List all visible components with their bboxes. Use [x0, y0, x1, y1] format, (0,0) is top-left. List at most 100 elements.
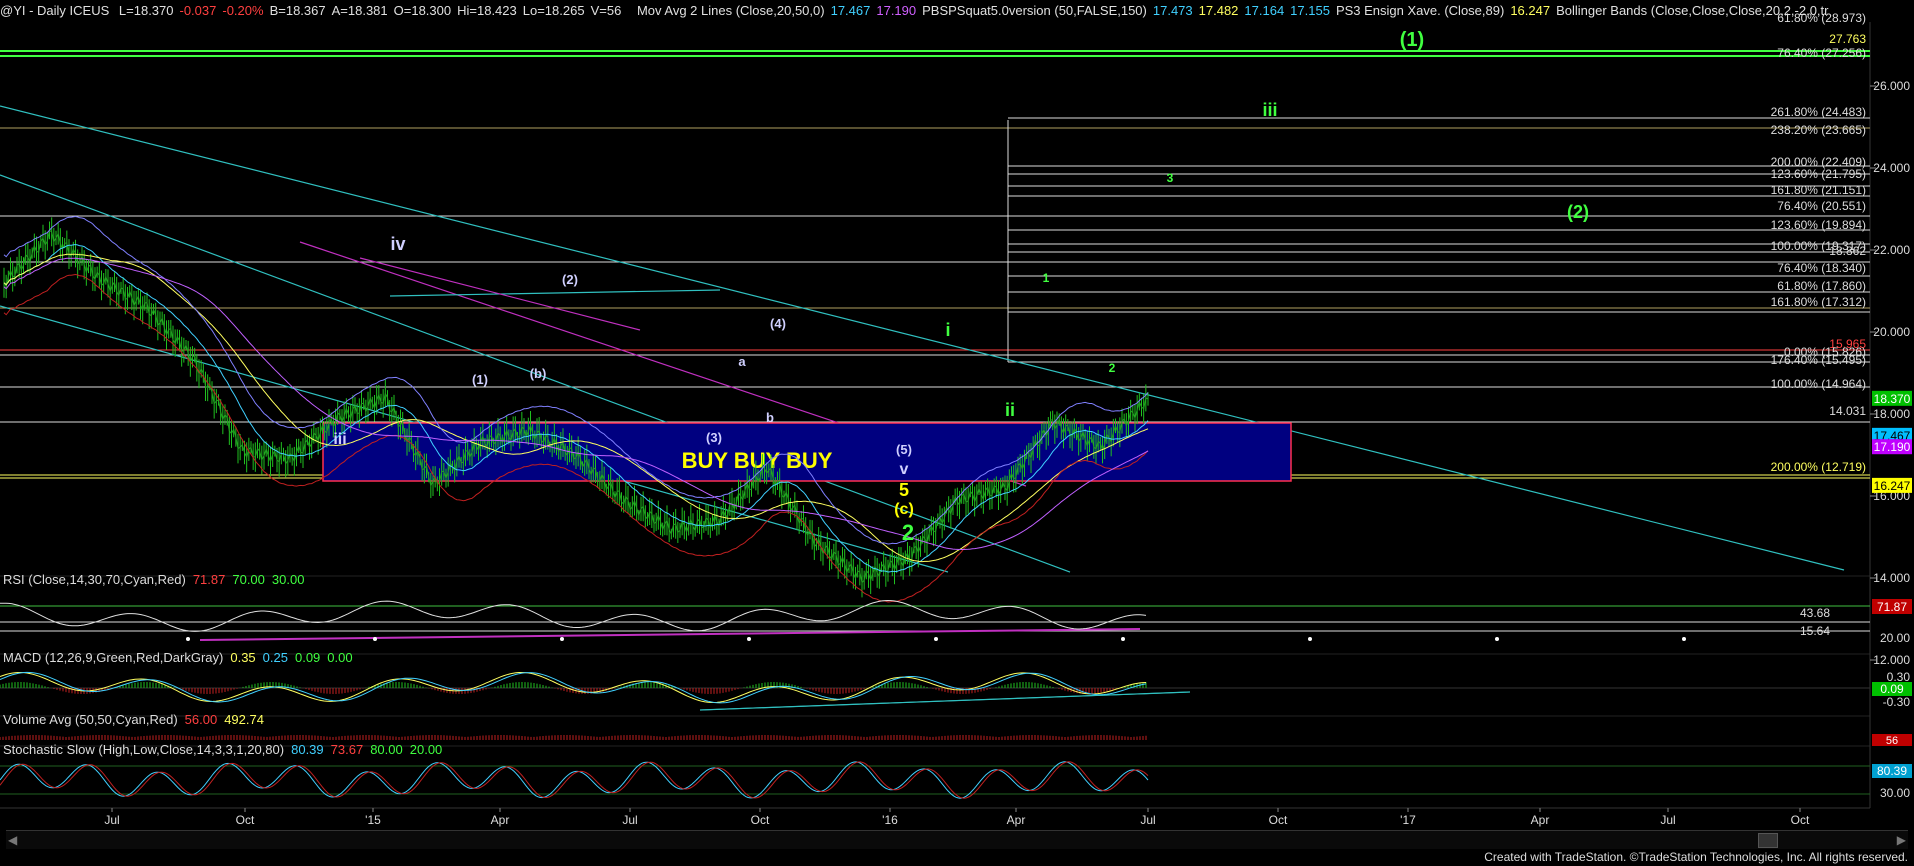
volume-value: 56.00 [184, 712, 218, 727]
macd-value: 0.09 [294, 650, 321, 665]
study-values: Mov Avg 2 Lines (Close,20,50,0) 17.467 17.… [637, 3, 1835, 18]
symbol-label: @YI - Daily ICEUS [0, 3, 110, 18]
time-tick-label: Oct [1269, 813, 1288, 827]
wave-label: (5) [896, 442, 912, 457]
wave-label: 3 [1167, 171, 1174, 185]
buy-zone-text: BUY BUY BUY [682, 448, 833, 473]
scroll-right-icon[interactable]: ▶ [1897, 833, 1906, 847]
wave-label: b [766, 410, 774, 425]
rsi-dot [934, 637, 938, 641]
wave-label: iv [390, 234, 405, 254]
study-value: PBSPSquat5.0version (50,FALSE,150) [922, 3, 1147, 18]
wave-label: (2) [562, 272, 578, 287]
quote-value: Hi=18.423 [457, 3, 517, 18]
volume-value: 492.74 [224, 712, 264, 727]
quote-value: -0.037 [179, 3, 217, 18]
macd-marker-label: 0.09 [1880, 682, 1904, 696]
wave-label: (1) [472, 372, 488, 387]
price-marker-label: 18.370 [1874, 392, 1911, 406]
fib-label: 261.80% (24.483) [1771, 105, 1866, 119]
stochastic-title: Stochastic Slow (High,Low,Close,14,3,3,1… [3, 742, 456, 757]
price-tick-label: 18.000 [1873, 407, 1910, 421]
stochastic-value: 80.39 [291, 742, 324, 757]
wave-label: (b) [530, 366, 547, 381]
price-chart: BUY BUY BUY 61.80% (28.973)76.40% (27.25… [0, 0, 1914, 866]
macd-title-text: MACD (12,26,9,Green,Red,DarkGray) [3, 650, 224, 665]
footer-credit: Created with TradeStation. ©TradeStation… [1484, 850, 1908, 864]
time-tick-label: Apr [1531, 813, 1550, 827]
fib-label: 176.40% (15.495) [1771, 353, 1866, 367]
rsi-title-text: RSI (Close,14,30,70,Cyan,Red) [3, 572, 186, 587]
price-tick-label: 20.000 [1873, 325, 1910, 339]
time-tick-label: Oct [236, 813, 255, 827]
rsi-value: 30.00 [271, 572, 305, 587]
rsi-marker-label: 71.87 [1877, 600, 1907, 614]
quote-value: L=18.370 [118, 3, 174, 18]
fib-label: 76.40% (20.551) [1777, 199, 1866, 213]
rsi-title: RSI (Close,14,30,70,Cyan,Red) 71.87 70.00 3… [3, 572, 318, 587]
price-tick-label: 24.000 [1873, 161, 1910, 175]
fib-label: 76.40% (18.340) [1777, 261, 1866, 275]
fib-label: 61.80% (17.860) [1777, 279, 1866, 293]
volume-title: Volume Avg (50,50,Cyan,Red) 56.00 492.74 [3, 712, 278, 727]
fib-label: 76.40% (27.256) [1777, 46, 1866, 60]
fib-label: 18.862 [1829, 244, 1866, 258]
price-tick-label: 12.000 [1873, 653, 1910, 667]
macd-value: 0.25 [262, 650, 288, 665]
study-value: PS3 Ensign Xave. (Close,89) [1335, 3, 1505, 18]
stochastic-value: 20.00 [409, 742, 443, 757]
rsi-dot [373, 637, 377, 641]
quote-value: Lo=18.265 [522, 3, 585, 18]
time-scrollbar[interactable]: ◀ ▶ [6, 830, 1908, 849]
wave-label: a [738, 354, 746, 369]
fib-label: 238.20% (23.665) [1771, 123, 1866, 137]
time-tick-label: Jul [1140, 813, 1155, 827]
time-tick-label: '17 [1400, 813, 1416, 827]
stoch-marker-label: 80.39 [1877, 764, 1907, 778]
quote-values: L=18.370 -0.037 -0.20% B=18.367 A=18.381 O=18… [119, 3, 627, 18]
study-value: Bollinger Bands (Close,Close,Close,20,2,… [1556, 3, 1829, 18]
price-tick-label: 22.000 [1873, 243, 1910, 257]
rsi-level-label: 43.68 [1800, 606, 1830, 620]
wave-label: 2 [902, 520, 914, 545]
quote-value: O=18.300 [393, 3, 452, 18]
volume-marker-label: 56 [1886, 735, 1898, 747]
fib-label: 200.00% (12.719) [1771, 460, 1866, 474]
wave-label: (2) [1567, 202, 1589, 222]
time-tick-label: Oct [751, 813, 770, 827]
quote-value: A=18.381 [331, 3, 388, 18]
stoch-tick: 30.00 [1880, 786, 1910, 800]
rsi-dot [560, 637, 564, 641]
time-tick-label: '16 [882, 813, 898, 827]
study-value: 17.473 [1152, 3, 1193, 18]
scroll-left-icon[interactable]: ◀ [8, 833, 17, 847]
wave-label: v [900, 461, 909, 478]
study-value: 17.482 [1198, 3, 1239, 18]
wave-label: iii [333, 431, 346, 448]
wave-label: (4) [770, 316, 786, 331]
macd-value: 0.00 [327, 650, 353, 665]
time-tick-label: Jul [622, 813, 637, 827]
wave-label: 1 [1043, 271, 1050, 285]
chart-header: @YI - Daily ICEUS L=18.370 -0.037 -0.20% B=… [0, 0, 1914, 22]
quote-value: -0.20% [222, 3, 264, 18]
rsi-tick: 20.00 [1880, 631, 1910, 645]
scroll-thumb[interactable] [1758, 833, 1778, 848]
fib-label: 123.60% (21.795) [1771, 167, 1866, 181]
rsi-dot [1495, 637, 1499, 641]
price-marker-label: 17.190 [1874, 440, 1911, 454]
time-tick-label: '15 [365, 813, 381, 827]
fib-label: 27.763 [1829, 32, 1866, 46]
rsi-dot [1121, 637, 1125, 641]
wave-label: 2 [1109, 361, 1116, 375]
fib-label: 14.031 [1829, 404, 1866, 418]
quote-value: B=18.367 [269, 3, 326, 18]
time-tick-label: Jul [1660, 813, 1675, 827]
time-tick-label: Apr [491, 813, 510, 827]
time-tick-label: Apr [1007, 813, 1026, 827]
rsi-level-label: 15.64 [1800, 624, 1830, 638]
volume-title-text: Volume Avg (50,50,Cyan,Red) [3, 712, 178, 727]
wave-label: (c) [894, 501, 914, 518]
macd-tick: -0.30 [1883, 695, 1911, 709]
stochastic-value: 80.00 [370, 742, 403, 757]
